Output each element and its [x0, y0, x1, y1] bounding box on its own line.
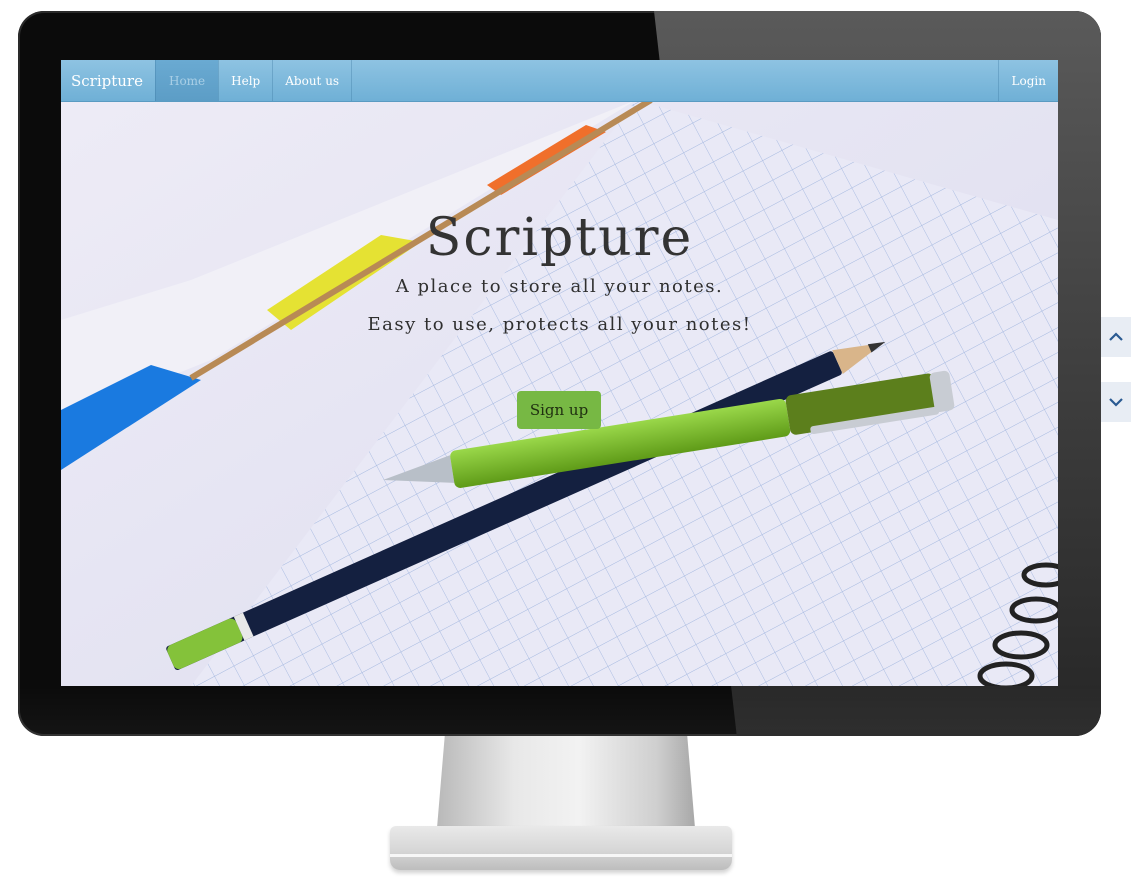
monitor-stand-base	[390, 826, 732, 870]
nav-item-about-us[interactable]: About us	[272, 60, 351, 101]
nav-item-home[interactable]: Home	[154, 60, 219, 101]
nav-spacer	[351, 60, 997, 101]
chevron-down-icon	[1109, 398, 1123, 407]
monitor-chin	[18, 686, 1101, 736]
hero-title: Scripture	[425, 208, 694, 268]
brand-logo-link[interactable]: Scripture	[61, 60, 155, 101]
top-navbar: Scripture Home Help About us Login	[61, 60, 1058, 102]
screen: Scripture Home Help About us Login Scrip…	[61, 60, 1058, 686]
signup-button[interactable]: Sign up	[517, 391, 601, 429]
hero-subtitle-secondary: Easy to use, protects all your notes!	[367, 314, 752, 335]
nav-item-help[interactable]: Help	[218, 60, 272, 101]
scroll-up-button[interactable]	[1101, 317, 1131, 357]
hero-background-image	[61, 60, 1058, 686]
monitor-stand-neck	[437, 736, 695, 828]
chevron-up-icon	[1109, 332, 1123, 341]
nav-item-login[interactable]: Login	[997, 60, 1058, 101]
hero-subtitle: A place to store all your notes.	[395, 276, 724, 297]
scroll-down-button[interactable]	[1101, 382, 1131, 422]
